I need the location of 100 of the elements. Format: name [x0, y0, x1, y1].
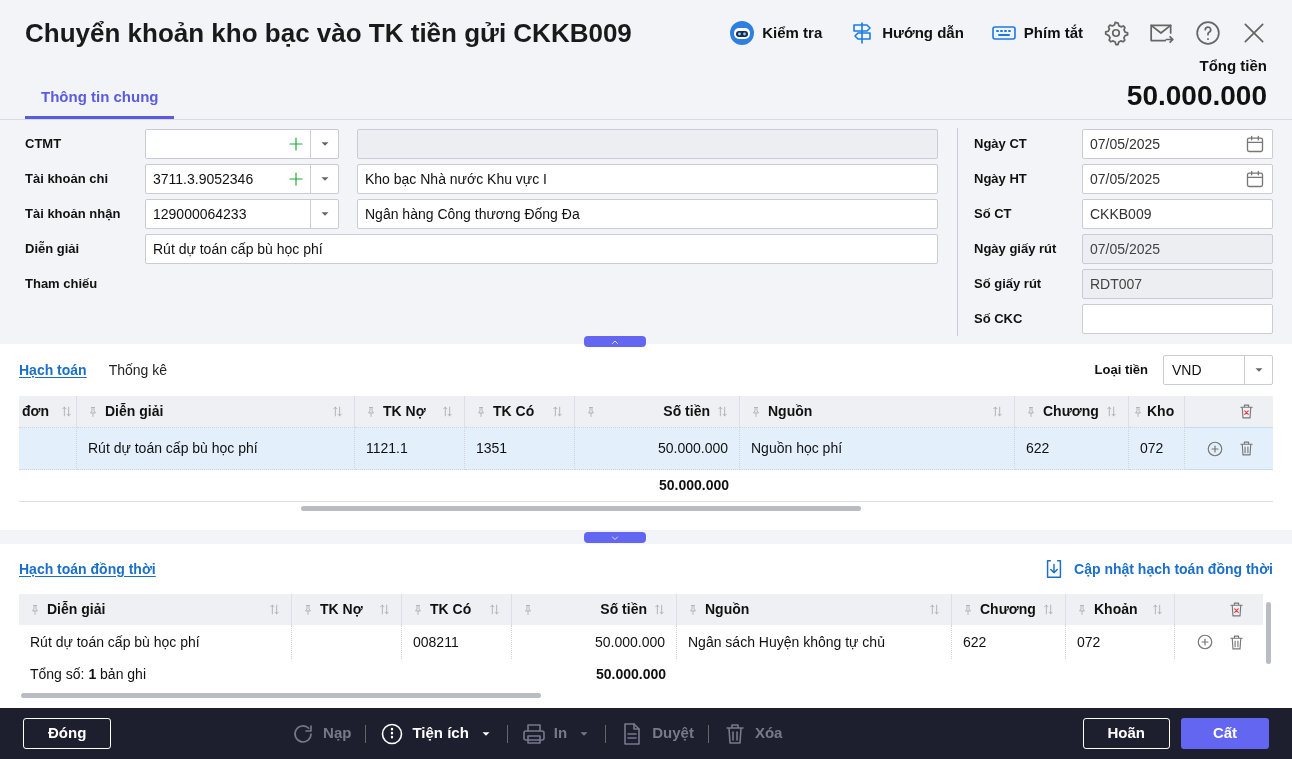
help-icon [1195, 20, 1221, 47]
table-cell: Rút dự toán cấp bù học phí [77, 427, 355, 470]
column-header[interactable]: TK Nợ [292, 594, 402, 625]
save-button[interactable]: Cất [1181, 718, 1269, 749]
pin-icon [585, 405, 597, 418]
scrollbar-thumb[interactable] [301, 505, 861, 511]
sort-icon [551, 405, 564, 418]
column-header[interactable]: Nguồn [740, 396, 1015, 427]
column-header[interactable]: Chương [1015, 396, 1129, 427]
column-header[interactable]: Số tiền [512, 594, 677, 625]
subtab[interactable]: Thống kê [108, 359, 168, 381]
tab[interactable]: Thông tin chung [25, 85, 175, 119]
print-button: In [521, 721, 568, 746]
subtab[interactable]: Hạch toán [19, 359, 87, 381]
calendar-icon [1245, 134, 1265, 154]
table-cell: 1351 [465, 427, 575, 470]
column-header[interactable]: Chương [952, 594, 1066, 625]
section-link[interactable]: Hạch toán đồng thời [19, 558, 156, 580]
delete-icon[interactable] [1228, 633, 1245, 651]
settings-button[interactable] [1103, 20, 1129, 47]
pin-icon [365, 405, 377, 418]
cancel-button[interactable]: Hoãn [1082, 718, 1170, 749]
update-button[interactable]: Cập nhật hạch toán đồng thời [1043, 558, 1273, 580]
field-label: Tham chiếu [25, 275, 99, 294]
add-row-icon[interactable] [1206, 439, 1224, 458]
robot-icon [730, 21, 755, 46]
delete-icon[interactable] [1238, 440, 1255, 457]
account-combo[interactable] [145, 129, 339, 159]
utility-button[interactable]: Tiện ích [380, 721, 469, 746]
close-button[interactable]: Đóng [23, 718, 111, 749]
help-button[interactable] [1195, 20, 1221, 47]
delete-all-icon[interactable] [1228, 601, 1245, 618]
field-label: Số giấy rút [974, 275, 1043, 294]
description-field[interactable]: Rút dự toán cấp bù học phí [145, 234, 938, 264]
column-header[interactable]: TK Có [465, 396, 575, 427]
column-header[interactable]: Diễn giải [19, 594, 292, 625]
plus-icon[interactable] [287, 135, 305, 153]
sort-icon [991, 405, 1004, 418]
date-field[interactable]: 07/05/2025 [1082, 129, 1273, 159]
account-name-field[interactable]: Ngân hàng Công thương Đống Đa [357, 199, 938, 229]
sort-icon [60, 405, 73, 418]
check-button[interactable]: Kiểm tra [730, 21, 823, 46]
window-title: Chuyển khoản kho bạc vào TK tiền gửi CKKB009 [25, 16, 632, 50]
pin-icon [962, 603, 974, 616]
column-header[interactable]: Khoản [1066, 594, 1175, 625]
column-header[interactable]: Số tiền [575, 396, 740, 427]
table-cell: 622 [1015, 427, 1129, 470]
field-label: Ngày CT [974, 135, 1028, 154]
sort-icon [1105, 405, 1118, 418]
account-combo[interactable]: 129000064233 [145, 199, 339, 229]
expand-handle[interactable] [584, 532, 646, 543]
currency-select[interactable]: VND [1163, 355, 1273, 385]
sort-icon [653, 603, 666, 616]
pin-icon [750, 405, 762, 418]
account-name-field[interactable]: Kho bạc Nhà nước Khu vực I [357, 164, 938, 194]
field-label: Ngày HT [974, 170, 1028, 189]
delete-all-icon[interactable] [1238, 403, 1255, 420]
scrollbar-thumb[interactable] [21, 692, 541, 698]
pin-icon [302, 603, 314, 616]
table-cell: 072 [1129, 427, 1185, 470]
sort-icon [441, 405, 454, 418]
plus-icon[interactable] [287, 170, 305, 188]
total-amount: 50.000.000 [595, 664, 666, 684]
pin-icon [475, 405, 487, 418]
table-cell: 1121.1 [355, 427, 465, 470]
column-header[interactable]: Kho [1129, 396, 1185, 427]
pin-icon [1025, 405, 1037, 418]
sort-icon [331, 405, 344, 418]
field-label: Diễn giải [25, 240, 81, 259]
column-header[interactable]: đơn [19, 396, 77, 427]
scrollbar-thumb[interactable] [1265, 602, 1271, 664]
field-label: Số CT [974, 205, 1013, 224]
field-label: Tài khoản chi [25, 170, 110, 189]
sort-icon [1151, 603, 1164, 616]
sort-icon [716, 405, 729, 418]
approve-button: Duyệt [620, 721, 694, 746]
delete-button: Xóa [722, 721, 783, 746]
sort-icon [488, 603, 501, 616]
column-header[interactable]: TK Nợ [355, 396, 465, 427]
field-label: Ngày giấy rút [974, 240, 1058, 259]
field-label: Tài khoản nhận [25, 205, 122, 224]
add-row-icon[interactable] [1196, 633, 1214, 651]
collapse-handle[interactable] [584, 336, 646, 347]
field-label: CTMT [25, 135, 63, 154]
date-field[interactable]: 07/05/2025 [1082, 164, 1273, 194]
reload-button: Nạp [291, 721, 352, 746]
currency-label: Loại tiền [1094, 361, 1148, 380]
column-header[interactable]: TK Có [402, 594, 512, 625]
account-combo[interactable]: 3711.3.9052346 [145, 164, 339, 194]
text-field[interactable]: CKKB009 [1082, 199, 1273, 229]
guide-button[interactable]: Hướng dẫn [850, 21, 964, 46]
pin-icon [522, 603, 534, 616]
text-field[interactable] [1082, 304, 1273, 334]
column-header[interactable]: Nguồn [677, 594, 952, 625]
pin-icon [29, 603, 41, 616]
column-header[interactable]: Diễn giải [77, 396, 355, 427]
pin-icon [1076, 603, 1088, 616]
record-count: Tổng số: 1 bản ghi [30, 664, 146, 684]
shortcut-button[interactable]: Phím tắt [991, 21, 1083, 46]
table-cell: Nguồn học phí [740, 427, 1015, 470]
